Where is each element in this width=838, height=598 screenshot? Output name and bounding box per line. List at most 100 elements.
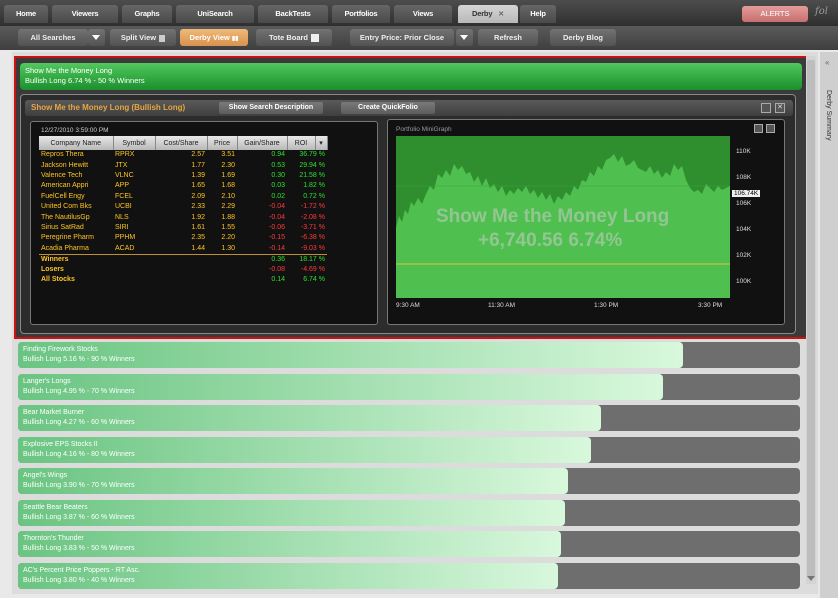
- selected-search-bar[interactable]: Show Me the Money Long Bullish Long 6.74…: [20, 63, 802, 90]
- search-row[interactable]: Langer's Longs Bullish Long 4.95 % - 70 %…: [18, 373, 800, 400]
- table-cell: SIRI: [115, 223, 129, 231]
- split-view-button[interactable]: Split View: [110, 29, 176, 46]
- table-cell: 1.88: [221, 213, 235, 221]
- table-cell: -1.72 %: [300, 203, 325, 211]
- col-cost[interactable]: Cost/Share: [155, 136, 208, 150]
- table-row[interactable]: Peregrine Pharm PPHM 2.35 2.20 -0.15 -6.38 %: [39, 233, 327, 243]
- table-cell: Acadia Pharma: [41, 244, 89, 252]
- detail-panel-header: Show Me the Money Long (Bullish Long) Sh…: [25, 100, 793, 116]
- tab-home[interactable]: Home: [4, 5, 48, 23]
- summary-cell: Winners: [39, 253, 237, 265]
- search-row-bar[interactable]: Seattle Bear Beaters Bullish Long 3.87 % …: [18, 499, 566, 526]
- table-cell: -9.03 %: [300, 244, 325, 252]
- panel-title: Show Me the Money Long (Bullish Long): [31, 103, 186, 112]
- table-cell: FuelCell Engy: [41, 192, 85, 200]
- col-company[interactable]: Company Name: [39, 136, 114, 150]
- table-row[interactable]: The NautilusGp NLS 1.92 1.88 -0.04 -2.08 %: [39, 212, 327, 222]
- search-row-bar[interactable]: AC's Percent Price Poppers - RT Asc. Bull…: [18, 562, 558, 589]
- table-cell: 0.02: [271, 192, 285, 200]
- table-cell: Jackson Hewitt: [41, 161, 89, 169]
- search-summary: Bullish Long 4.16 % - 80 % Winners: [23, 450, 135, 458]
- table-row[interactable]: United Com Bks UCBI 2.33 2.29 -0.04 -1.72 %: [39, 202, 327, 212]
- tab-viewers[interactable]: Viewers: [52, 5, 118, 23]
- timestamp: 12/27/2010 3:59:00 PM: [41, 127, 109, 134]
- search-row-bar[interactable]: Angel's Wings Bullish Long 3.90 % - 70 % …: [18, 468, 568, 494]
- tab-views[interactable]: Views: [394, 5, 452, 23]
- tab-help[interactable]: Help: [520, 5, 556, 23]
- chevron-down-icon[interactable]: [88, 29, 105, 46]
- table-row[interactable]: Jackson Hewitt JTX 1.77 2.30 0.53 29.94 %: [39, 160, 327, 170]
- chevron-down-icon[interactable]: [456, 29, 473, 46]
- search-row-bar[interactable]: Thornton's Thunder Bullish Long 3.83 % - …: [18, 531, 562, 557]
- table-row[interactable]: Valence Tech VLNC 1.39 1.69 0.30 21.58 %: [39, 171, 327, 181]
- search-row[interactable]: Bear Market Burner Bullish Long 4.27 % - …: [18, 405, 800, 431]
- scroll-down-icon[interactable]: [807, 576, 815, 581]
- show-description-button[interactable]: Show Search Description: [219, 102, 323, 114]
- derby-summary-sidebar[interactable]: « Derby Summary: [820, 52, 838, 598]
- table-cell: 2.20: [221, 234, 235, 242]
- search-row[interactable]: Seattle Bear Beaters Bullish Long 3.87 % …: [18, 499, 800, 526]
- chevron-left-icon[interactable]: «: [825, 58, 829, 67]
- col-symbol[interactable]: Symbol: [113, 136, 156, 150]
- search-name: Langer's Longs: [23, 377, 71, 385]
- table-row[interactable]: Sirius SatRad SIRI 1.61 1.55 -0.06 -3.71 %: [39, 223, 327, 233]
- entry-price-select[interactable]: Entry Price: Prior Close: [350, 29, 454, 46]
- table-cell: 0.94: [271, 151, 285, 159]
- tab-derby[interactable]: Derby ✕: [458, 5, 518, 23]
- table-cell: NLS: [115, 213, 129, 221]
- scrollbar[interactable]: [806, 56, 816, 584]
- summary-cell: 0.14: [271, 276, 285, 284]
- y-tick: 106K: [736, 200, 752, 207]
- tote-board-button[interactable]: Tote Board: [256, 29, 332, 46]
- scroll-thumb[interactable]: [807, 60, 815, 578]
- popout-icon[interactable]: [761, 103, 771, 113]
- table-cell: 1.65: [191, 182, 205, 190]
- search-row-bar[interactable]: Bear Market Burner Bullish Long 4.27 % - …: [18, 405, 601, 431]
- tab-unisearch[interactable]: UniSearch: [176, 5, 254, 23]
- search-row-bar[interactable]: Finding Firework Stocks Bullish Long 5.16…: [18, 342, 683, 368]
- col-roi[interactable]: ROI: [287, 136, 316, 150]
- search-row[interactable]: AC's Percent Price Poppers - RT Asc. Bull…: [18, 562, 800, 589]
- close-icon[interactable]: [766, 124, 775, 133]
- table-cell: -0.04: [269, 203, 285, 211]
- x-tick: 3:30 PM: [698, 302, 723, 309]
- tab-portfolios[interactable]: Portfolios: [332, 5, 390, 23]
- col-gain[interactable]: Gain/Share: [237, 136, 288, 150]
- selected-search-name: Show Me the Money Long: [25, 66, 113, 75]
- close-icon[interactable]: ✕: [775, 103, 785, 113]
- table-cell: 2.35: [191, 234, 205, 242]
- table-cell: 2.10: [221, 192, 235, 200]
- search-row[interactable]: Explosive EPS Stocks II Bullish Long 4.16…: [18, 436, 800, 463]
- table-row[interactable]: Acadia Pharma ACAD 1.44 1.30 -0.14 -9.03 %: [39, 244, 327, 255]
- search-summary: Bullish Long 4.95 % - 70 % Winners: [23, 387, 135, 395]
- search-row-bar[interactable]: Explosive EPS Stocks II Bullish Long 4.16…: [18, 436, 592, 463]
- all-searches-button[interactable]: All Searches: [18, 29, 88, 46]
- col-price[interactable]: Price: [207, 136, 238, 150]
- table-row[interactable]: FuelCell Engy FCEL 2.09 2.10 0.02 0.72 %: [39, 192, 327, 202]
- toolbar: All Searches Split View Derby View ▮▮ Tot…: [0, 26, 838, 50]
- table-cell: -0.15: [269, 234, 285, 242]
- popout-icon[interactable]: [754, 124, 763, 133]
- graph-plot-area: Show Me the Money Long +6,740.56 6.74%: [396, 136, 730, 298]
- search-row[interactable]: Angel's Wings Bullish Long 3.90 % - 70 % …: [18, 468, 800, 494]
- alerts-button[interactable]: ALERTS: [742, 6, 808, 22]
- portfolio-minigraph: Portfolio MiniGraph Show Me the Money Lo…: [387, 119, 785, 325]
- search-row-bar[interactable]: Langer's Longs Bullish Long 4.95 % - 70 %…: [18, 373, 664, 400]
- refresh-button[interactable]: Refresh: [478, 29, 538, 46]
- tab-graphs[interactable]: Graphs: [122, 5, 172, 23]
- chevron-down-icon[interactable]: ▾: [315, 136, 328, 150]
- close-icon[interactable]: ✕: [498, 6, 504, 24]
- tab-backtests[interactable]: BackTests: [258, 5, 328, 23]
- derby-view-button[interactable]: Derby View ▮▮: [180, 29, 248, 46]
- table-row[interactable]: American Appri APP 1.65 1.68 0.03 1.82 %: [39, 181, 327, 191]
- summary-cell: -0.08: [269, 265, 285, 273]
- table-row[interactable]: Repros Thera RPRX 2.57 3.51 0.94 36.79 %: [39, 150, 327, 160]
- search-row[interactable]: Finding Firework Stocks Bullish Long 5.16…: [18, 342, 800, 368]
- summary-cell: 18.17 %: [287, 253, 327, 265]
- derby-blog-button[interactable]: Derby Blog: [550, 29, 616, 46]
- table-cell: 1.44: [191, 244, 205, 252]
- create-quickfolio-button[interactable]: Create QuickFolio: [341, 102, 435, 114]
- search-name: AC's Percent Price Poppers - RT Asc.: [23, 566, 141, 574]
- detail-panel: Show Me the Money Long (Bullish Long) Sh…: [20, 94, 796, 334]
- search-row[interactable]: Thornton's Thunder Bullish Long 3.83 % - …: [18, 531, 800, 557]
